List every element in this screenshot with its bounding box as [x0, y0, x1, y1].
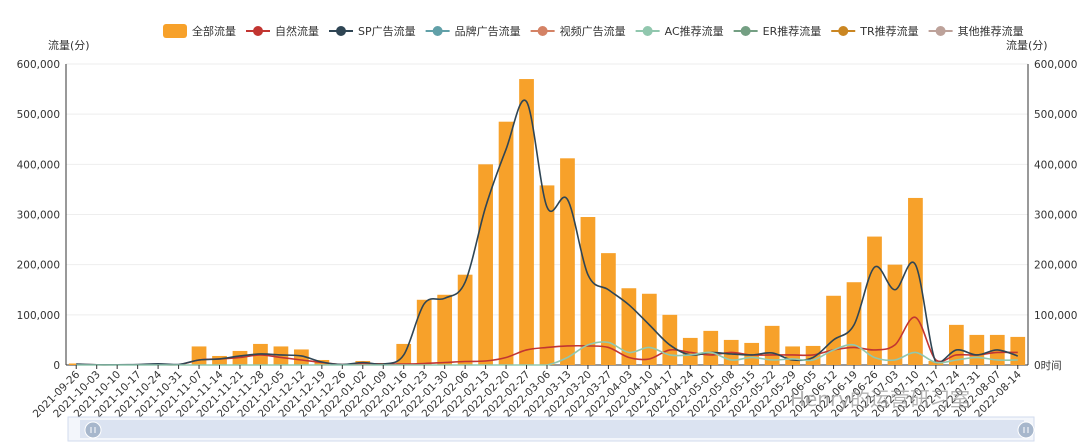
- y-tick-label-right: 0时间: [1034, 359, 1062, 372]
- legend-point-swatch[interactable]: [935, 26, 946, 36]
- data-zoom-selection[interactable]: [80, 420, 1024, 438]
- y-tick-label-left: 100,000: [17, 310, 60, 322]
- legend-point-swatch[interactable]: [432, 26, 443, 36]
- legend-label[interactable]: SP广告流量: [358, 24, 416, 38]
- bar: [539, 185, 555, 365]
- legend-label[interactable]: AC推荐流量: [665, 24, 724, 38]
- legend-label[interactable]: 自然流量: [275, 24, 319, 38]
- y-tick-label-right: 200,000: [1034, 260, 1077, 272]
- bar: [969, 334, 985, 365]
- legend-label[interactable]: TR推荐流量: [859, 24, 918, 38]
- legend-label[interactable]: 其他推荐流量: [958, 24, 1024, 38]
- data-zoom-slider[interactable]: [67, 416, 1035, 442]
- bar: [457, 274, 473, 365]
- data-zoom-handle[interactable]: [84, 421, 102, 439]
- bar: [560, 158, 575, 365]
- y-tick-label-left: 300,000: [17, 210, 60, 222]
- y-tick-label-left: 0: [53, 360, 60, 372]
- bar: [437, 294, 453, 365]
- y-tick-label-left: 500,000: [17, 109, 60, 121]
- bar-series: [68, 79, 1026, 366]
- legend-point-swatch[interactable]: [336, 26, 346, 36]
- y-tick-label-left: 200,000: [17, 260, 60, 272]
- legend-label[interactable]: 品牌广告流量: [455, 24, 521, 38]
- legend-point-swatch[interactable]: [253, 26, 263, 36]
- y-axis-left-name: 流量(分): [48, 38, 90, 52]
- legend-label[interactable]: 全部流量: [192, 24, 236, 38]
- bar: [212, 355, 227, 365]
- watermark-text: Henry的运营研习室: [790, 387, 970, 411]
- y-tick-label-right: 400,000: [1034, 159, 1077, 171]
- y-tick-label-right: 100,000: [1034, 310, 1077, 322]
- data-zoom-handle[interactable]: [1017, 421, 1035, 439]
- bar: [478, 164, 493, 365]
- y-tick-label-left: 400,000: [17, 159, 60, 171]
- y-tick-label-right: 300,000: [1034, 210, 1077, 222]
- legend-point-swatch[interactable]: [740, 26, 751, 36]
- bar: [703, 330, 719, 365]
- legend-point-swatch[interactable]: [838, 26, 849, 36]
- legend-point-swatch[interactable]: [642, 26, 653, 36]
- legend[interactable]: 全部流量 自然流量 SP广告流量 品牌广告流量 视频广告流量 AC推荐流量 ER推荐流量 TR…: [163, 24, 1024, 38]
- y-tick-label-right: 600,000: [1034, 59, 1077, 71]
- bar: [887, 264, 903, 365]
- legend-label[interactable]: ER推荐流量: [763, 24, 822, 38]
- legend-bar-swatch[interactable]: [163, 24, 187, 38]
- legend-label[interactable]: 视频广告流量: [560, 24, 626, 38]
- bar: [498, 121, 514, 365]
- y-tick-label-left: 600,000: [17, 59, 60, 71]
- y-tick-label-right: 500,000: [1034, 109, 1077, 121]
- y-axis-right-name: 流量(分): [1006, 38, 1048, 52]
- bar: [191, 346, 207, 365]
- bar: [826, 295, 841, 365]
- bar: [416, 299, 432, 365]
- traffic-chart: 0 0时间 100,000 100,000 200,000 200,000 300,000 3…: [17, 24, 1077, 442]
- legend-point-swatch[interactable]: [537, 26, 548, 36]
- bar: [867, 236, 882, 365]
